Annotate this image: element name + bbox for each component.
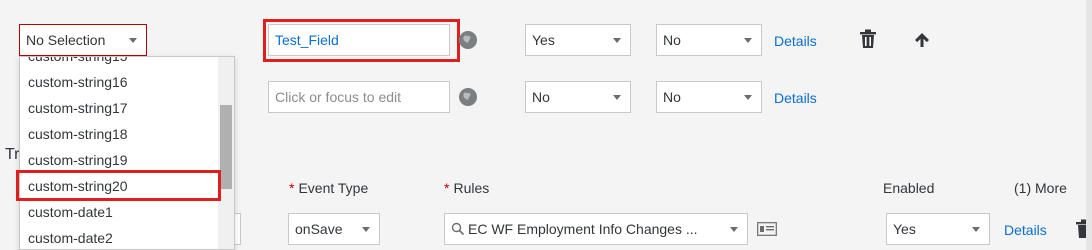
rule-value: EC WF Employment Info Changes ...	[468, 221, 698, 237]
globe-icon[interactable]	[459, 31, 477, 49]
trash-icon[interactable]	[858, 29, 878, 49]
enabled-select[interactable]: Yes	[886, 213, 990, 245]
dropdown-item[interactable]: custom-date2	[20, 225, 220, 249]
dropdown-list: custom-string15 custom-string16 custom-str…	[20, 57, 220, 249]
dropdown-item[interactable]: custom-string18	[20, 121, 220, 147]
scrollbar-thumb[interactable]	[220, 105, 232, 189]
globe-icon[interactable]	[459, 88, 477, 106]
arrow-up-icon[interactable]	[913, 31, 931, 49]
event-type-value: onSave	[295, 221, 343, 237]
row1-select-a-value: Yes	[532, 32, 555, 48]
row2-select-b[interactable]: No	[656, 81, 762, 113]
picklist-select-value: No Selection	[26, 32, 106, 48]
picklist-dropdown[interactable]: custom-string15 custom-string16 custom-str…	[19, 56, 235, 250]
row2-select-a[interactable]: No	[525, 81, 631, 113]
chevron-down-icon[interactable]	[604, 82, 630, 112]
chevron-down-icon[interactable]	[735, 82, 761, 112]
chevron-down-icon[interactable]	[721, 214, 747, 244]
dropdown-item[interactable]: custom-string17	[20, 95, 220, 121]
rules-header: * Rules	[444, 180, 490, 196]
picklist-select[interactable]: No Selection	[19, 24, 147, 56]
row1-select-b-value: No	[663, 32, 681, 48]
section-title: Tr	[5, 146, 20, 163]
chevron-down-icon[interactable]	[735, 25, 761, 55]
value-help-icon[interactable]	[757, 222, 777, 236]
chevron-down-icon[interactable]	[963, 214, 989, 244]
event-type-select[interactable]: onSave	[288, 213, 380, 245]
event-type-header: * Event Type	[289, 180, 369, 196]
row2-select-b-value: No	[663, 89, 681, 105]
dropdown-item[interactable]: custom-string15	[20, 57, 220, 69]
field-placeholder: Click or focus to edit	[275, 89, 402, 105]
page-scrollbar[interactable]	[1086, 0, 1092, 250]
enabled-header: Enabled	[883, 180, 935, 196]
chevron-down-icon[interactable]	[604, 25, 630, 55]
row1-select-b[interactable]: No	[656, 24, 762, 56]
row2-details-link[interactable]: Details	[774, 90, 817, 106]
row2-select-a-value: No	[532, 89, 550, 105]
row1-select-a[interactable]: Yes	[525, 24, 631, 56]
more-columns-label[interactable]: (1) More	[1014, 180, 1067, 196]
enabled-value: Yes	[893, 221, 916, 237]
row1-details-link[interactable]: Details	[774, 33, 817, 49]
highlight-selected-item	[16, 170, 221, 201]
rule-details-link[interactable]: Details	[1004, 222, 1047, 238]
dropdown-item[interactable]: custom-date1	[20, 199, 220, 225]
dropdown-item[interactable]: custom-string16	[20, 69, 220, 95]
dropdown-scrollbar[interactable]	[218, 57, 234, 249]
highlight-field-name	[263, 19, 460, 62]
rule-combobox[interactable]: EC WF Employment Info Changes ...	[444, 213, 748, 245]
chevron-down-icon[interactable]	[353, 214, 379, 244]
search-icon	[451, 222, 465, 236]
chevron-down-icon[interactable]	[120, 25, 146, 55]
field-name-input-2[interactable]: Click or focus to edit	[268, 81, 450, 113]
